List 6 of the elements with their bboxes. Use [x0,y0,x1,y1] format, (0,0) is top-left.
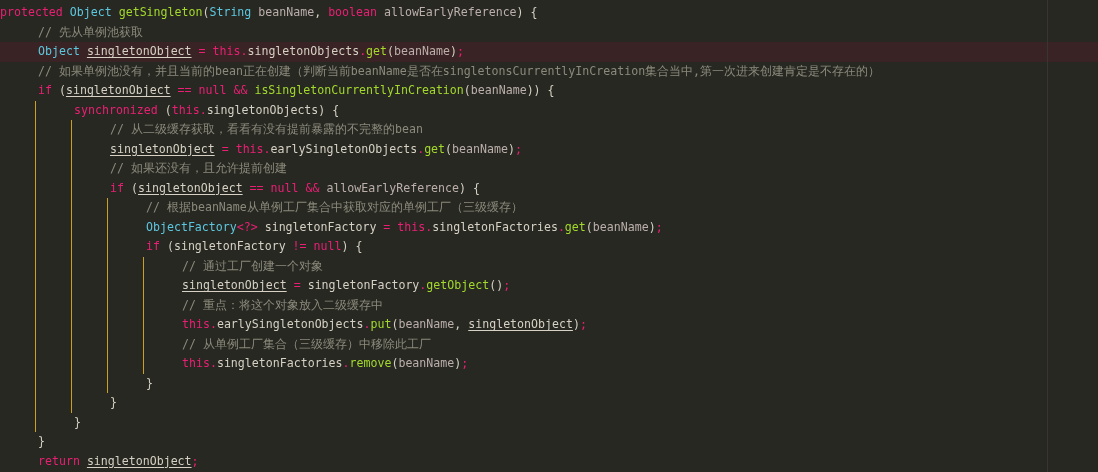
code-line: // 如果单例池没有，并且当前的bean正在创建（判断当前beanName是否在singletonsCurrentlyInCreation集合当中,第一次进来创建肯定是不存在的） [37,62,882,80]
code-line: protected Object getSingleton(String beanName, boolean allowEarlyReference) { [0,4,539,21]
code-line: // 先从单例池获取 [37,23,144,41]
code-line: } [37,433,46,450]
code-line: return singletonObject; [37,452,200,470]
code-line: if (singletonObject == null && isSingletonCurrentlyInCreation(beanName)) { [37,82,556,99]
